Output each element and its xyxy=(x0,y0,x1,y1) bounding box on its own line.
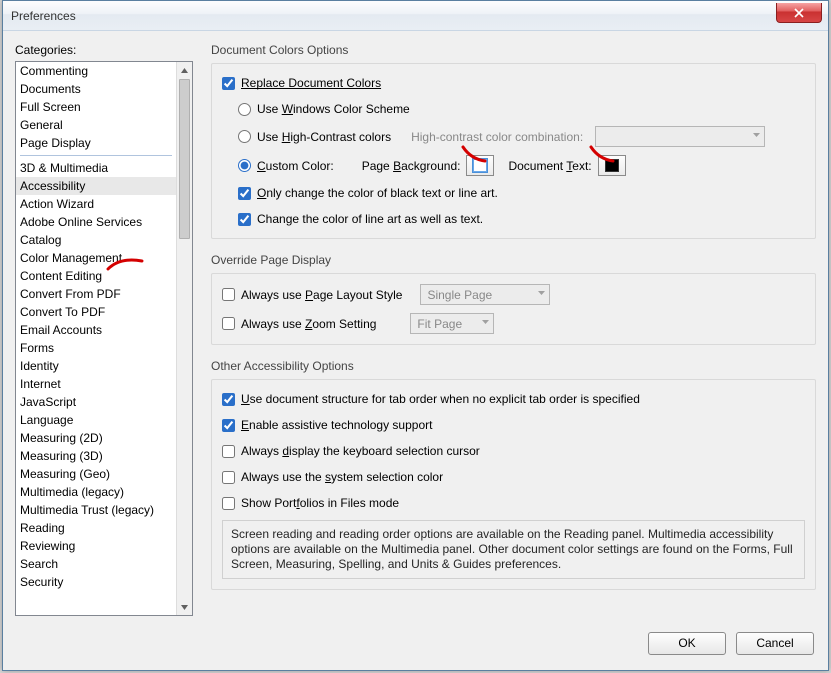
category-item[interactable]: Documents xyxy=(16,80,176,98)
page-layout-combo: Single Page xyxy=(420,284,550,305)
page-bg-swatch[interactable] xyxy=(466,155,494,176)
category-item[interactable]: Internet xyxy=(16,375,176,393)
high-contrast-label: Use High-Contrast colors xyxy=(257,130,391,144)
zoom-label: Always use Zoom Setting xyxy=(241,317,376,331)
custom-color-radio[interactable] xyxy=(238,159,251,172)
windows-scheme-label: Use Windows Color Scheme xyxy=(257,102,410,116)
override-display-group: Override Page Display Always use Page La… xyxy=(211,253,816,345)
group-title: Override Page Display xyxy=(211,253,816,267)
scroll-thumb[interactable] xyxy=(179,79,190,239)
doc-text-swatch[interactable] xyxy=(598,155,626,176)
dialog-footer: OK Cancel xyxy=(3,616,828,670)
hc-combo-label: High-contrast color combination: xyxy=(411,130,583,144)
chevron-down-icon xyxy=(482,320,489,327)
category-item[interactable]: Measuring (2D) xyxy=(16,429,176,447)
category-item[interactable]: Reviewing xyxy=(16,537,176,555)
category-item[interactable]: Convert To PDF xyxy=(16,303,176,321)
change-lineart-label: Change the color of line art as well as … xyxy=(257,212,483,226)
category-item[interactable]: Security xyxy=(16,573,176,591)
chevron-down-icon xyxy=(753,133,760,140)
categories-column: Categories: CommentingDocumentsFull Scre… xyxy=(15,43,193,616)
category-item[interactable]: Content Editing xyxy=(16,267,176,285)
high-contrast-radio[interactable] xyxy=(238,130,251,143)
only-black-checkbox[interactable] xyxy=(238,187,251,200)
categories-scrollbar[interactable] xyxy=(176,62,192,615)
category-item[interactable]: Convert From PDF xyxy=(16,285,176,303)
other-accessibility-group: Other Accessibility Options Use document… xyxy=(211,359,816,590)
doc-text-label: Document Text: xyxy=(508,159,591,173)
category-item[interactable]: Accessibility xyxy=(16,177,176,195)
category-item[interactable]: Forms xyxy=(16,339,176,357)
document-colors-group: Document Colors Options Replace Document… xyxy=(211,43,816,239)
window-title: Preferences xyxy=(11,9,76,23)
page-layout-label: Always use Page Layout Style xyxy=(241,288,402,302)
category-item[interactable]: Full Screen xyxy=(16,98,176,116)
dialog-body: Categories: CommentingDocumentsFull Scre… xyxy=(3,31,828,616)
category-item[interactable]: Email Accounts xyxy=(16,321,176,339)
category-item[interactable]: Identity xyxy=(16,357,176,375)
category-item[interactable]: Multimedia (legacy) xyxy=(16,483,176,501)
category-item[interactable]: Reading xyxy=(16,519,176,537)
replace-colors-checkbox[interactable] xyxy=(222,77,235,90)
group-title: Document Colors Options xyxy=(211,43,816,57)
system-color-label: Always use the system selection color xyxy=(241,470,443,484)
categories-label: Categories: xyxy=(15,43,193,57)
tab-order-checkbox[interactable] xyxy=(222,393,235,406)
close-icon xyxy=(794,8,804,18)
zoom-combo: Fit Page xyxy=(410,313,494,334)
page-bg-label: Page Background: xyxy=(362,159,461,173)
tab-order-label: Use document structure for tab order whe… xyxy=(241,392,640,406)
hc-combo xyxy=(595,126,765,147)
category-item[interactable]: Search xyxy=(16,555,176,573)
category-item[interactable]: Measuring (Geo) xyxy=(16,465,176,483)
keyboard-cursor-checkbox[interactable] xyxy=(222,445,235,458)
cancel-button[interactable]: Cancel xyxy=(736,632,814,655)
category-item[interactable]: Color Management xyxy=(16,249,176,267)
category-item[interactable]: Action Wizard xyxy=(16,195,176,213)
titlebar: Preferences xyxy=(3,1,828,31)
scroll-down-button[interactable] xyxy=(177,599,192,615)
assistive-tech-checkbox[interactable] xyxy=(222,419,235,432)
category-separator xyxy=(20,155,172,156)
preferences-window: Preferences Categories: CommentingDocume… xyxy=(2,0,829,671)
settings-pane: Document Colors Options Replace Document… xyxy=(211,43,816,616)
system-color-checkbox[interactable] xyxy=(222,471,235,484)
categories-listbox[interactable]: CommentingDocumentsFull ScreenGeneralPag… xyxy=(15,61,193,616)
category-item[interactable]: Catalog xyxy=(16,231,176,249)
category-item[interactable]: Multimedia Trust (legacy) xyxy=(16,501,176,519)
replace-colors-label: Replace Document Colors xyxy=(241,76,381,90)
category-item[interactable]: Language xyxy=(16,411,176,429)
portfolios-label: Show Portfolios in Files mode xyxy=(241,496,399,510)
windows-scheme-radio[interactable] xyxy=(238,103,251,116)
assistive-tech-label: Enable assistive technology support xyxy=(241,418,432,432)
category-item[interactable]: General xyxy=(16,116,176,134)
page-layout-checkbox[interactable] xyxy=(222,288,235,301)
group-title: Other Accessibility Options xyxy=(211,359,816,373)
category-item[interactable]: JavaScript xyxy=(16,393,176,411)
category-item[interactable]: Adobe Online Services xyxy=(16,213,176,231)
ok-button[interactable]: OK xyxy=(648,632,726,655)
change-lineart-checkbox[interactable] xyxy=(238,213,251,226)
category-item[interactable]: Page Display xyxy=(16,134,176,152)
zoom-checkbox[interactable] xyxy=(222,317,235,330)
scroll-up-button[interactable] xyxy=(177,62,192,78)
portfolios-checkbox[interactable] xyxy=(222,497,235,510)
category-item[interactable]: Measuring (3D) xyxy=(16,447,176,465)
chevron-down-icon xyxy=(538,291,545,298)
category-item[interactable]: Commenting xyxy=(16,62,176,80)
info-note: Screen reading and reading order options… xyxy=(222,520,805,579)
close-button[interactable] xyxy=(776,3,822,23)
only-black-label: Only change the color of black text or l… xyxy=(257,186,498,200)
keyboard-cursor-label: Always display the keyboard selection cu… xyxy=(241,444,480,458)
custom-color-label: Custom Color: xyxy=(257,159,334,173)
category-item[interactable]: 3D & Multimedia xyxy=(16,159,176,177)
